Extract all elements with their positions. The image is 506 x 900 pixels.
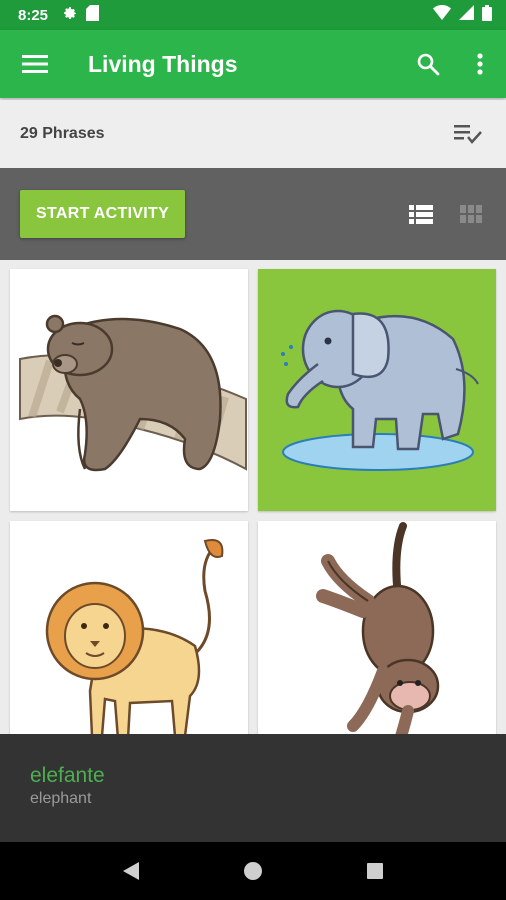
- status-bar: 8:25: [0, 0, 506, 30]
- card-bear[interactable]: [10, 269, 248, 511]
- app-bar: Living Things: [0, 30, 506, 98]
- phrases-header: 29 Phrases: [0, 100, 506, 168]
- more-vert-icon[interactable]: [454, 30, 506, 98]
- hamburger-menu-icon[interactable]: [0, 30, 70, 98]
- status-time: 8:25: [18, 6, 49, 24]
- list-view-icon[interactable]: [406, 199, 436, 229]
- playlist-check-icon[interactable]: [450, 116, 486, 152]
- lion-illustration: [45, 539, 224, 735]
- card-elephant[interactable]: [258, 269, 496, 511]
- monkey-illustration: [316, 522, 440, 735]
- phrase-target-text: elefante: [30, 764, 105, 787]
- app-screen: 8:25 Living Things 29 Phrases START ACTI…: [0, 0, 506, 900]
- elephant-illustration: [281, 309, 479, 471]
- phrase-grid: [0, 260, 506, 735]
- signal-icon: [459, 5, 474, 25]
- card-lion[interactable]: [10, 521, 248, 735]
- phrase-native-text: elephant: [30, 790, 92, 807]
- recents-icon[interactable]: [355, 851, 395, 891]
- phrases-count: 29 Phrases: [20, 125, 105, 142]
- start-activity-button[interactable]: START ACTIVITY: [20, 190, 186, 238]
- battery-icon: [482, 4, 492, 26]
- system-nav-bar: [0, 842, 506, 900]
- page-title: Living Things: [88, 50, 238, 77]
- activity-bar: START ACTIVITY: [0, 168, 506, 260]
- selected-phrase-panel[interactable]: elefante elephant: [0, 734, 506, 842]
- home-icon[interactable]: [233, 851, 273, 891]
- settings-icon: [62, 5, 78, 26]
- search-icon[interactable]: [402, 30, 454, 98]
- card-monkey[interactable]: [258, 521, 496, 735]
- bear-illustration: [19, 314, 247, 472]
- back-icon[interactable]: [111, 851, 151, 891]
- grid-view-icon[interactable]: [456, 199, 486, 229]
- wifi-icon: [433, 5, 451, 25]
- sd-card-icon: [86, 4, 100, 26]
